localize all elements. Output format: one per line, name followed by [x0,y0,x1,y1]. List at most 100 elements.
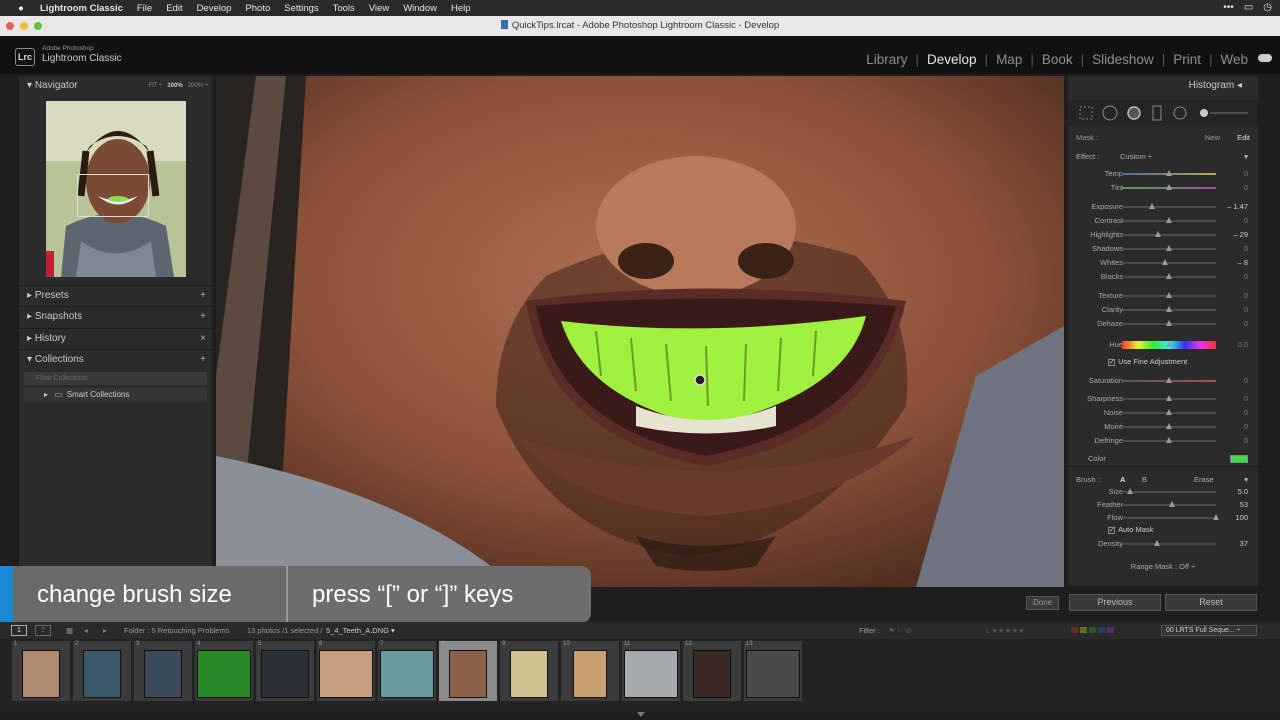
module-web[interactable]: Web [1212,52,1256,67]
apple-icon[interactable]: ● [14,3,28,14]
reset-button[interactable]: Reset [1165,594,1257,611]
slider-value[interactable]: – 1.47 [1227,200,1248,214]
slider-value[interactable]: 0 [1244,270,1248,284]
histogram-header[interactable]: Histogram ◂ [1068,76,1258,96]
slider-noise[interactable]: Noise 0 [1068,406,1258,420]
slider-tint[interactable]: Tint 0 [1068,181,1258,195]
navigator-zoom-box[interactable] [77,174,149,217]
done-button[interactable]: Done [1026,596,1059,610]
graduated-filter-icon[interactable] [1152,105,1162,121]
slider-exposure[interactable]: Exposure – 1.47 [1068,200,1258,214]
flag-filter-icons[interactable]: ⚑ ⚐ ⊘ [888,622,912,639]
filmstrip-thumbnail[interactable]: 3 [134,641,192,701]
menu-settings[interactable]: Settings [284,3,318,14]
grid-icon[interactable]: ▦ [66,622,73,639]
menu-tools[interactable]: Tools [333,3,355,14]
brush-slider-feather[interactable]: Feather 53 [1068,498,1258,512]
menu-develop[interactable]: Develop [197,3,232,14]
slider-value[interactable]: 0 [1244,167,1248,181]
filmstrip-thumbnail[interactable]: 12 [683,641,741,701]
minimize-window-button[interactable] [20,22,28,30]
menu-file[interactable]: File [137,3,152,14]
collections-filter-input[interactable]: Filter Collections [24,372,207,385]
color-label-filters[interactable] [1071,622,1114,639]
slider-value[interactable]: 0 [1244,242,1248,256]
filmstrip-thumbnail[interactable]: 13 [744,641,802,701]
slider-temp[interactable]: Temp 0 [1068,167,1258,181]
range-mask-dropdown[interactable]: Range Mask : Off ÷ [1068,562,1258,576]
menu-view[interactable]: View [369,3,389,14]
cloud-icon[interactable] [1258,54,1272,62]
navigator-zoom-options[interactable]: FIT ÷ 100% 200% ÷ [148,76,208,96]
menu-photo[interactable]: Photo [245,3,270,14]
filter-preset-dropdown[interactable]: 00 LRTS Full Seque... ÷ [1161,625,1257,636]
control-center-icon[interactable]: ▭ [1244,2,1253,13]
slider-value[interactable]: – 29 [1233,228,1248,242]
crop-tool-icon[interactable] [1079,106,1093,120]
navigator-preview[interactable] [46,101,186,277]
clock-icon[interactable]: ◷ [1263,2,1272,13]
slider-value[interactable]: 0 [1244,289,1248,303]
mask-new-button[interactable]: New [1205,129,1220,147]
main-photo-canvas[interactable] [216,76,1064,587]
slider-highlights[interactable]: Highlights – 29 [1068,228,1258,242]
slider-whites[interactable]: Whites – 8 [1068,256,1258,270]
module-map[interactable]: Map [988,52,1030,67]
filmstrip-thumbnail[interactable]: 9 [500,641,558,701]
slider-contrast[interactable]: Contrast 0 [1068,214,1258,228]
clear-history-icon[interactable]: × [200,329,206,349]
slider-value[interactable]: 0 [1244,392,1248,406]
radial-filter-icon[interactable] [1173,106,1187,120]
filmstrip-thumbnail[interactable]: 11 [622,641,680,701]
filmstrip-thumbnail[interactable]: 10 [561,641,619,701]
add-collection-icon[interactable]: + [200,350,206,370]
filmstrip-thumbnail[interactable]: 4 [195,641,253,701]
forward-arrow-icon[interactable]: ▸ [103,622,107,639]
app-menu[interactable]: Lightroom Classic [40,3,123,14]
slider-value[interactable]: 0 [1244,303,1248,317]
mask-edit-button[interactable]: Edit [1237,129,1250,147]
module-library[interactable]: Library [858,52,915,67]
more-icon[interactable]: ••• [1223,2,1234,13]
fine-adjust-checkbox[interactable]: ✓ Use Fine Adjustment [1108,357,1187,366]
filmstrip-thumbnail[interactable]: 5 [256,641,314,701]
slider-value[interactable]: 0 [1244,420,1248,434]
slider-value[interactable]: 0.0 [1238,338,1248,352]
add-preset-icon[interactable]: + [200,286,206,306]
collections-panel-header[interactable]: ▾ Collections + [19,349,212,369]
filmstrip-thumbnail[interactable]: 8 [439,641,497,701]
zoom-window-button[interactable] [34,22,42,30]
slider-texture[interactable]: Texture 0 [1068,289,1258,303]
slider-shadows[interactable]: Shadows 0 [1068,242,1258,256]
slider-value[interactable]: 0 [1244,214,1248,228]
rating-filter-stars[interactable]: ≥ ★★★★★ [985,622,1025,639]
effect-dropdown[interactable]: Custom ÷ [1120,150,1152,164]
slider-value[interactable]: 0 [1244,406,1248,420]
menu-help[interactable]: Help [451,3,471,14]
slider-defringe[interactable]: Defringe 0 [1068,434,1258,448]
collapse-effect-icon[interactable]: ▾ [1244,150,1248,164]
source-folder[interactable]: Folder : 5 Retouching Problems [124,622,229,639]
window-1-button[interactable]: 1 [11,625,27,636]
filmstrip-thumbnail[interactable]: 2 [73,641,131,701]
navigator-header[interactable]: ▾ Navigator FIT ÷ 100% 200% ÷ [19,76,212,96]
add-snapshot-icon[interactable]: + [200,307,206,327]
menu-window[interactable]: Window [403,3,437,14]
slider-moir[interactable]: Moiré 0 [1068,420,1258,434]
slider-value[interactable]: 0 [1244,317,1248,331]
smart-collections-item[interactable]: ▸ ▭ Smart Collections [24,388,207,402]
brush-slider-flow[interactable]: Flow 100 [1068,511,1258,525]
brush-slider-density[interactable]: Density 37 [1068,537,1258,551]
slider-saturation[interactable]: Saturation 0 [1068,374,1258,388]
module-book[interactable]: Book [1034,52,1081,67]
filmstrip-thumbnail[interactable]: 6 [317,641,375,701]
spot-removal-tool-icon[interactable] [1102,105,1118,121]
module-develop[interactable]: Develop [919,52,985,67]
slider-hue[interactable]: Hue 0.0 [1068,338,1258,352]
history-panel-header[interactable]: ▸ History × [19,328,212,348]
presets-panel-header[interactable]: ▸ Presets + [19,285,212,305]
color-swatch[interactable] [1230,455,1248,463]
window-2-button[interactable]: 2 [35,625,51,636]
slider-value[interactable]: 0 [1244,434,1248,448]
close-window-button[interactable] [6,22,14,30]
